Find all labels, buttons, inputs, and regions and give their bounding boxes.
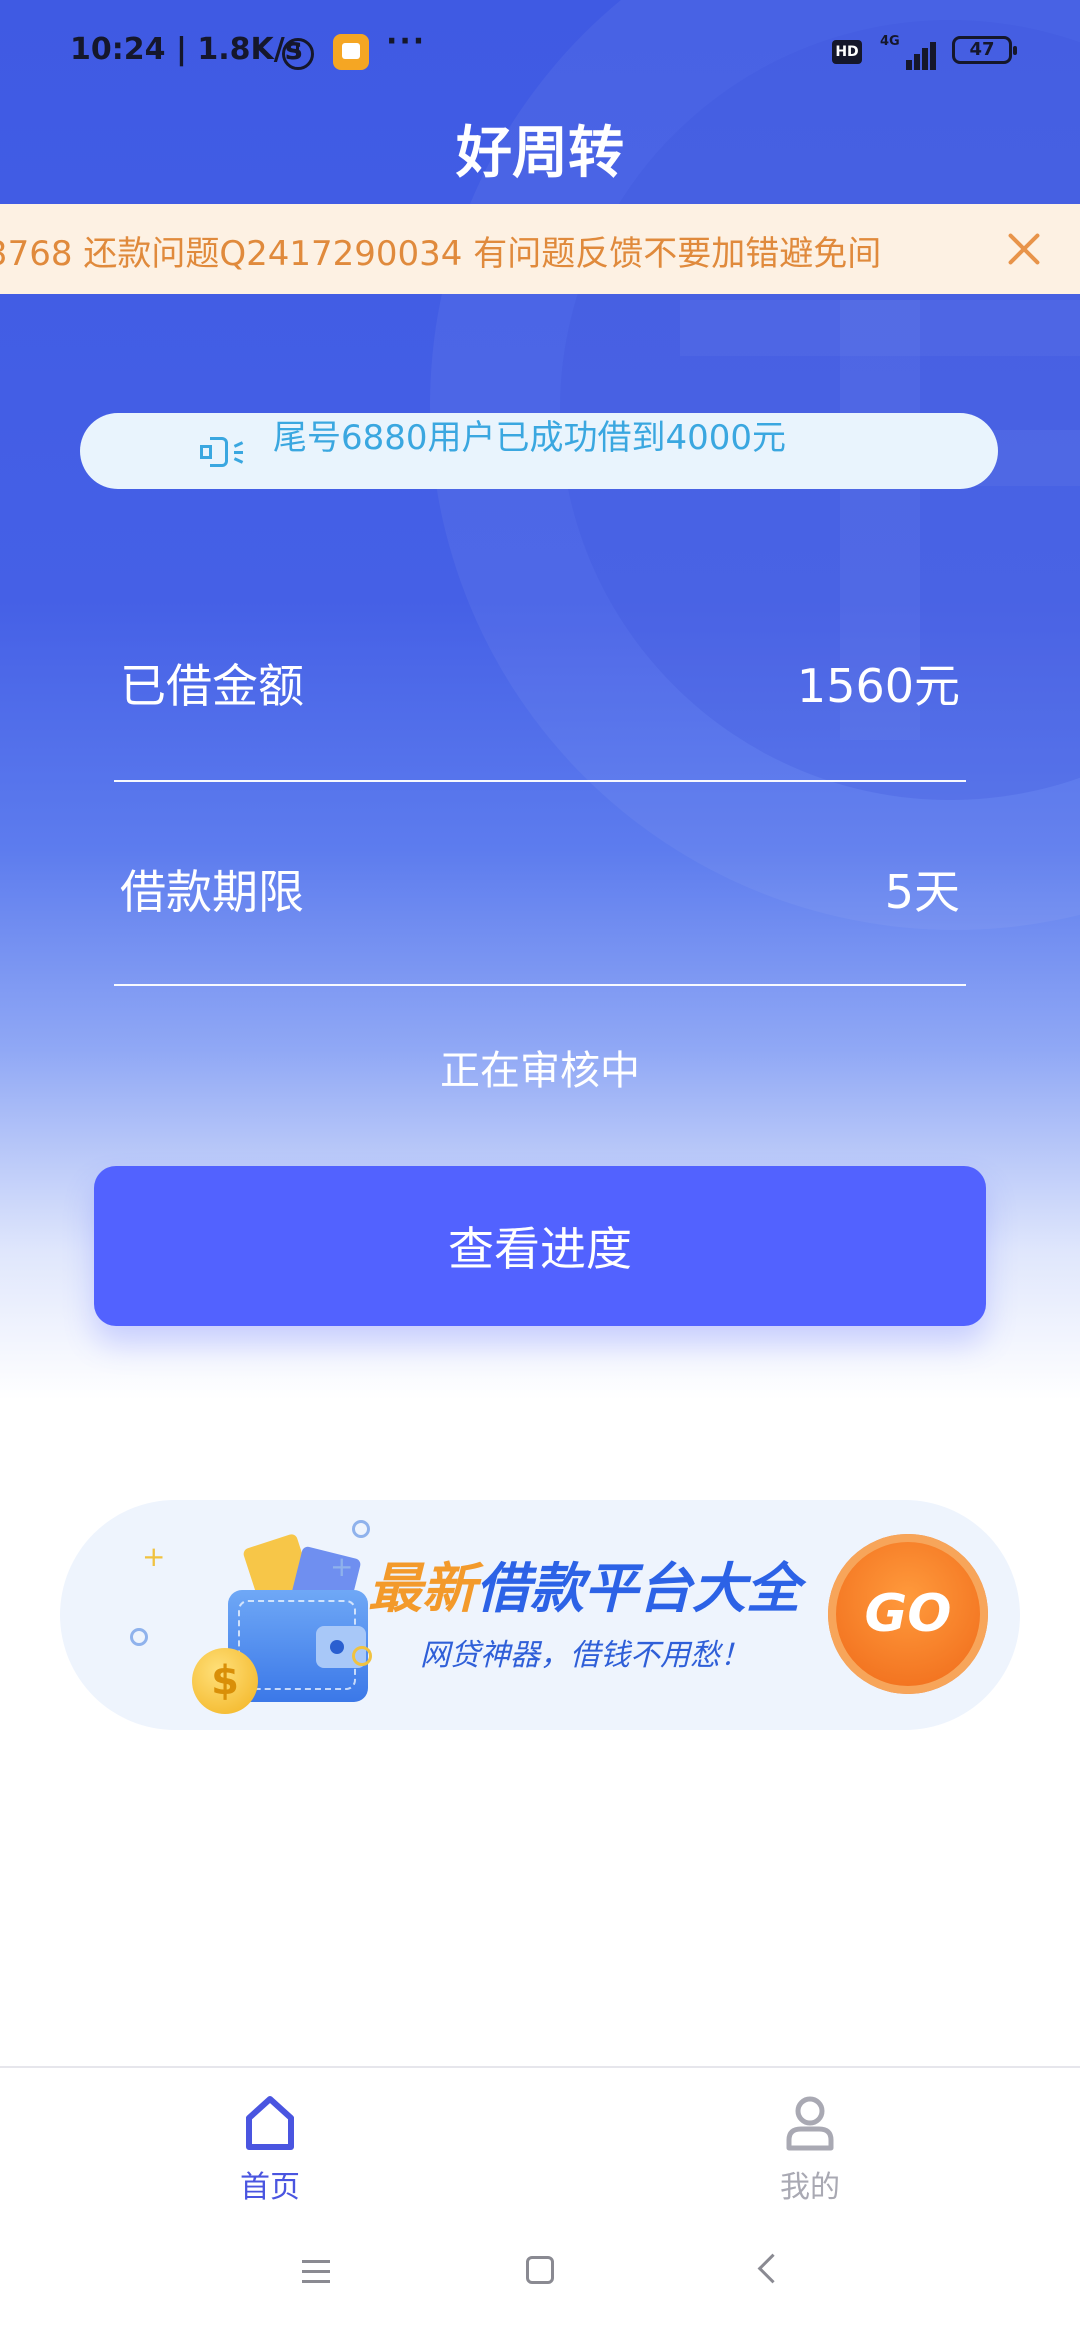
bottom-tab-bar: 首页 我的: [0, 2066, 1080, 2214]
review-status-text: 正在审核中: [440, 1048, 640, 1094]
signal-bar: [930, 42, 936, 70]
page-title: 好周转: [456, 121, 624, 186]
home-icon: [246, 2096, 294, 2150]
speaker-icon: [200, 437, 244, 467]
wallet-illustration: $ + +: [120, 1520, 390, 1720]
promo-title-rest: 借款平台大全: [476, 1557, 800, 1620]
profile-icon: [786, 2096, 834, 2151]
notice-marquee[interactable]: 3768 还款问题Q2417290034 有问题反馈不要加错避免间: [0, 204, 1080, 294]
tab-mine[interactable]: 我的: [540, 2068, 1080, 2212]
loan-term-row: 借款期限 5天: [114, 846, 966, 986]
signal-icon: 4G: [880, 34, 940, 70]
signal-bar: [914, 54, 920, 70]
notice-text: 3768 还款问题Q2417290034 有问题反馈不要加错避免间: [0, 234, 882, 274]
promo-title-highlight: 最新: [368, 1557, 476, 1620]
signal-bar: [922, 48, 928, 70]
borrowed-amount-value: 1560元: [796, 659, 960, 713]
status-more-indicator: ···: [386, 24, 427, 59]
notification-app-icon: [333, 34, 369, 70]
recent-apps-icon[interactable]: [302, 2260, 330, 2284]
tab-home-label: 首页: [240, 2170, 300, 2205]
signal-bar: [906, 60, 912, 70]
broadcast-banner: 尾号6880用户已成功借到4000元: [80, 413, 998, 489]
promo-title: 最新借款平台大全: [368, 1544, 800, 1623]
loan-term-label: 借款期限: [120, 865, 304, 919]
battery-icon: 47: [952, 36, 1017, 64]
home-button-icon[interactable]: [526, 2256, 554, 2284]
network-type: 4G: [880, 34, 900, 49]
bubble-decoration: [352, 1520, 370, 1538]
promo-banner[interactable]: $ + + 最新借款平台大全 网贷神器，借钱不用愁！ GO: [60, 1500, 1020, 1730]
view-progress-button[interactable]: 查看进度: [94, 1166, 986, 1326]
coin-icon: $: [192, 1648, 258, 1714]
status-bar: 10:24 | 1.8K/s ··· HD 4G 47: [0, 0, 1080, 106]
borrowed-amount-label: 已借金额: [120, 659, 304, 713]
bubble-decoration: [352, 1646, 372, 1666]
promo-subtitle: 网贷神器，借钱不用愁！: [420, 1638, 750, 1673]
hd-voice-icon: HD: [832, 40, 862, 64]
loan-term-value: 5天: [884, 865, 960, 919]
borrowed-amount-row: 已借金额 1560元: [114, 640, 966, 782]
back-icon[interactable]: [757, 2253, 788, 2284]
close-icon[interactable]: [1002, 228, 1044, 270]
tab-mine-label: 我的: [780, 2170, 840, 2205]
system-navigation-bar: [0, 2212, 1080, 2340]
bubble-decoration: [130, 1628, 148, 1646]
sparkle-icon: +: [142, 1540, 166, 1573]
go-button[interactable]: GO: [828, 1534, 988, 1694]
broadcast-text: 尾号6880用户已成功借到4000元: [273, 418, 787, 458]
tab-home[interactable]: 首页: [0, 2068, 540, 2212]
sparkle-icon: +: [330, 1550, 354, 1583]
alarm-clock-icon: [282, 38, 314, 70]
status-time-speed: 10:24 | 1.8K/s: [70, 32, 303, 67]
